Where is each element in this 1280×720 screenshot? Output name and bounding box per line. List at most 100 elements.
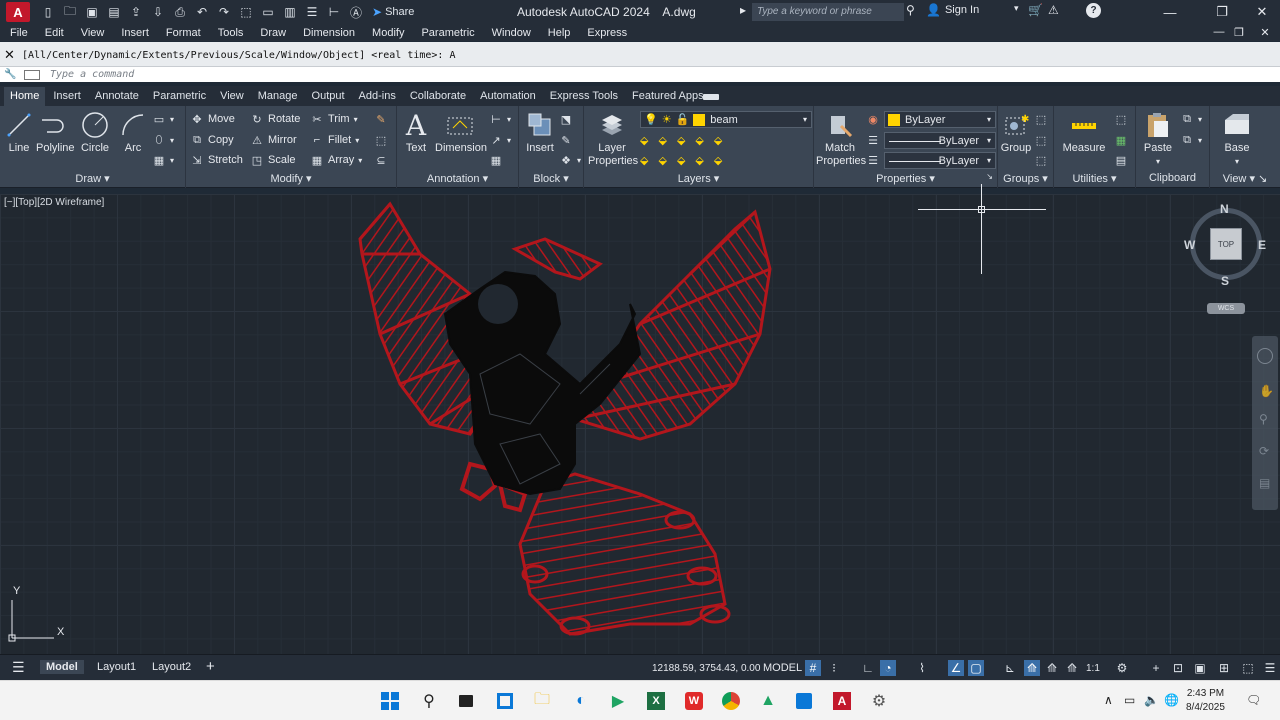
panel-title-annotation[interactable]: Annotation ▾ [397, 172, 518, 187]
dimension-button[interactable]: Dimension [435, 110, 487, 155]
close-command-icon[interactable]: ✕ [4, 47, 15, 63]
tab-layout1[interactable]: Layout1 [91, 660, 142, 674]
layout-menu-icon[interactable]: ☰ [12, 659, 25, 676]
edge-icon[interactable]: ◐ [569, 689, 593, 713]
menu-item-dimension[interactable]: Dimension [303, 27, 355, 39]
point-style-button[interactable]: ▦ [1114, 132, 1128, 148]
paste-button[interactable]: Paste ▾ [1142, 110, 1174, 168]
layer-dropdown[interactable]: 💡 ☀ 🔓 beam ▾ [640, 111, 812, 128]
menu-item-edit[interactable]: Edit [45, 27, 64, 39]
base-button[interactable]: Base ▾ [1216, 110, 1258, 168]
doc-minimize-button[interactable]: — [1210, 24, 1228, 40]
panel-title-view[interactable]: View ▾ ↘ [1210, 172, 1280, 187]
group-button[interactable]: ✱ Group [1000, 110, 1032, 155]
file-explorer-icon[interactable]: 🗀 [530, 689, 554, 713]
properties-icon[interactable]: ☰ [302, 3, 322, 21]
clock[interactable]: 2:43 PM 8/4/2025 [1186, 687, 1225, 715]
layer-tool-icon[interactable]: ⬙ [677, 134, 685, 147]
annotation-scale[interactable]: 1:1 [1086, 663, 1100, 674]
viewcube[interactable]: N S E W TOP [1184, 202, 1266, 288]
clean-screen-icon[interactable]: ⬚ [1240, 660, 1256, 676]
menu-item-format[interactable]: Format [166, 27, 201, 39]
arc-button[interactable]: Arc [118, 110, 148, 155]
scale-button[interactable]: ◳ Scale [250, 152, 296, 168]
viewcube-top-face[interactable]: TOP [1210, 228, 1242, 260]
save-icon[interactable]: ▣ [82, 3, 102, 21]
layer-tool-icon[interactable]: ⬙ [640, 154, 648, 167]
panel-title-clipboard[interactable]: Clipboard [1136, 172, 1209, 187]
redo-icon[interactable]: ↷ [214, 3, 234, 21]
wcs-menu[interactable]: WCS [1207, 303, 1245, 314]
explode-button[interactable]: ⬚ [374, 132, 388, 148]
notifications-icon[interactable]: 🗨 [1246, 693, 1261, 707]
layer-tool-icon[interactable]: ⬙ [714, 134, 722, 147]
help-network-icon[interactable]: ⚠ [1048, 3, 1059, 17]
table-button[interactable]: ▦ [489, 152, 503, 168]
layer-tool-icon[interactable]: ⬙ [695, 134, 703, 147]
hatch-button[interactable]: ▦ ▾ [152, 152, 174, 168]
dim-icon[interactable]: ⊢ [324, 3, 344, 21]
panel-title-modify[interactable]: Modify ▾ [186, 172, 396, 187]
menu-item-express[interactable]: Express [587, 27, 627, 39]
text-button[interactable]: A Text [403, 110, 429, 155]
search-taskbar-icon[interactable]: ⚲ [417, 689, 441, 713]
copy-button[interactable]: ⧉ Copy [190, 132, 234, 148]
menu-item-modify[interactable]: Modify [372, 27, 404, 39]
autocad-taskbar-icon[interactable]: A [830, 689, 854, 713]
calculator-button[interactable]: ▤ [1114, 152, 1128, 168]
polar-icon[interactable]: ◔ [880, 660, 896, 676]
layer-tool-icon[interactable]: ⬙ [640, 134, 648, 147]
open-folder-icon[interactable]: 🗀 [60, 3, 80, 21]
color-dropdown[interactable]: ByLayer ▾ [884, 111, 996, 128]
layer-tool-icon[interactable]: ⬙ [658, 134, 666, 147]
command-keyboard-icon[interactable] [24, 70, 40, 80]
command-wrench-icon[interactable]: 🔧 [4, 69, 16, 80]
play-store-icon[interactable]: ▶ [606, 689, 630, 713]
tab-model[interactable]: Model [40, 660, 84, 674]
match-properties-button[interactable]: Match Properties [816, 110, 866, 168]
wps-icon[interactable]: W [682, 689, 706, 713]
volume-icon[interactable]: 🔈 [1144, 693, 1159, 707]
linear-dim-button[interactable]: ⊢ ▾ [489, 111, 511, 127]
search-input[interactable]: Type a keyword or phrase [752, 3, 904, 21]
linetype-dropdown[interactable]: ByLayer ▾ [884, 152, 996, 169]
stretch-button[interactable]: ⇲ Stretch [190, 152, 242, 168]
quick-select-button[interactable]: ⬚ [1114, 111, 1128, 127]
chrome-icon[interactable] [719, 689, 743, 713]
ribbon-tab-manage[interactable]: Manage [252, 87, 304, 106]
rotate-button[interactable]: ↻ Rotate [250, 111, 300, 127]
panel-title-groups[interactable]: Groups ▾ [998, 172, 1053, 187]
offset-button[interactable]: ⊆ [374, 152, 388, 168]
compass-south[interactable]: S [1221, 274, 1229, 288]
create-block-button[interactable]: ⬔ [559, 111, 573, 127]
help-icon[interactable]: ? [1086, 3, 1101, 18]
erase-button[interactable]: ✎ [374, 111, 388, 127]
drawing-canvas[interactable] [0, 184, 1280, 654]
plot-icon[interactable]: ⎙ [170, 3, 190, 21]
viewport-controls-label[interactable]: [−][Top][2D Wireframe] [4, 197, 104, 208]
move-button[interactable]: ✥ Move [190, 111, 235, 127]
tray-overflow-icon[interactable]: ∧ [1104, 693, 1113, 707]
array-button[interactable]: ▦ Array ▾ [310, 152, 363, 168]
ribbon-tab-collaborate[interactable]: Collaborate [404, 87, 472, 106]
share-button[interactable]: ➤ Share [372, 5, 414, 19]
line-button[interactable]: Line [6, 110, 32, 155]
menu-item-insert[interactable]: Insert [121, 27, 149, 39]
measure-button[interactable]: Measure [1060, 110, 1108, 155]
save-web-icon[interactable]: ⇩ [148, 3, 168, 21]
layout-icon[interactable]: ▥ [280, 3, 300, 21]
widgets-icon[interactable] [493, 689, 517, 713]
new-file-icon[interactable]: ▯ [38, 3, 58, 21]
ribbon-tab-view[interactable]: View [214, 87, 250, 106]
excel-icon[interactable]: X [644, 689, 668, 713]
steering-wheel-icon[interactable] [1257, 348, 1273, 364]
cart-icon[interactable]: 🛒 [1028, 3, 1043, 17]
color-wheel-icon[interactable]: ◉ [866, 111, 880, 127]
polyline-button[interactable]: Polyline [36, 110, 75, 155]
layer-tool-icon[interactable]: ⬙ [677, 154, 685, 167]
layer-tool-icon[interactable]: ⬙ [695, 154, 703, 167]
select-window-icon[interactable]: ⬚ [236, 3, 256, 21]
selection-cycling-icon[interactable]: ⟰ [1024, 660, 1040, 676]
units-icon[interactable]: ⊡ [1170, 660, 1186, 676]
customization-icon[interactable]: ☰ [1262, 660, 1278, 676]
